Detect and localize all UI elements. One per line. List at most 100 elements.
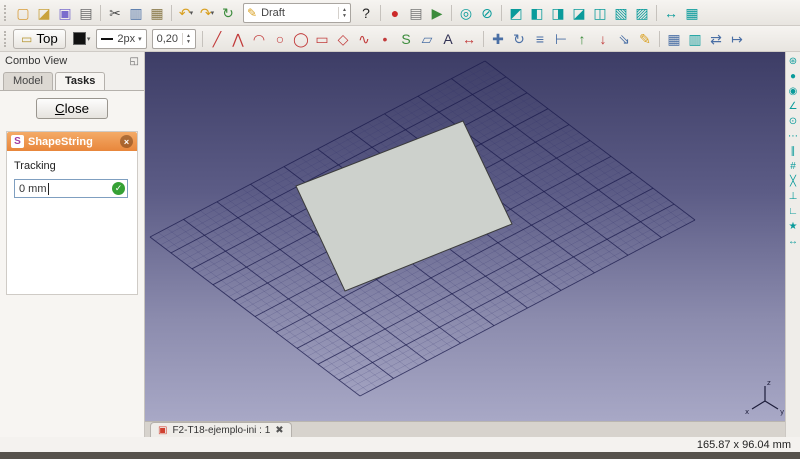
- view-top-button[interactable]: ◨: [548, 3, 568, 23]
- paste-icon: ▦: [150, 6, 163, 20]
- snap-center-button[interactable]: ⊙: [787, 115, 800, 128]
- snap-angle-button[interactable]: ∠: [787, 100, 800, 113]
- working-plane-icon: ▭: [21, 32, 32, 46]
- draft-circle-button[interactable]: ○: [270, 29, 290, 49]
- workbench-spinner-icons[interactable]: ▲ ▼: [338, 7, 347, 19]
- 3d-scene: z x y: [145, 52, 785, 421]
- view-left-button[interactable]: ▨: [632, 3, 652, 23]
- tab-tasks[interactable]: Tasks: [55, 72, 105, 90]
- draft-bspline-button[interactable]: ∿: [354, 29, 374, 49]
- draft-mirror-button[interactable]: ⇄: [706, 29, 726, 49]
- draft-downgrade-button[interactable]: ↓: [593, 29, 613, 49]
- view-isometric-button[interactable]: ◩: [506, 3, 526, 23]
- draft-polygon-button[interactable]: ◇: [333, 29, 353, 49]
- draft-offset-button[interactable]: ≡: [530, 29, 550, 49]
- macros-dialog-button[interactable]: ▤: [406, 3, 426, 23]
- snap-grid-icon: #: [790, 162, 796, 172]
- snap-endpoint-button[interactable]: ●: [787, 70, 800, 83]
- refresh-icon: ↻: [222, 6, 234, 20]
- tasks-panel: Close S ShapeString × Tracking 0 mm ✓: [0, 90, 144, 437]
- draft-polyline-button[interactable]: ⋀: [228, 29, 248, 49]
- draft-polygon-icon: ◇: [338, 32, 349, 46]
- new-document-icon: ▢: [16, 6, 29, 20]
- working-plane-button[interactable]: ▭ Top: [13, 29, 66, 49]
- scale-spinbox[interactable]: 0,20 ▲ ▼: [152, 29, 196, 49]
- line-color-picker[interactable]: ▾: [70, 29, 94, 49]
- undo-button[interactable]: ↶▾: [176, 3, 196, 23]
- tracking-input[interactable]: 0 mm ✓: [14, 179, 128, 198]
- snap-dimensions-button[interactable]: ↔: [787, 235, 800, 248]
- measure-distance-button[interactable]: ↔: [661, 3, 681, 23]
- macro-record-button[interactable]: ●: [385, 3, 405, 23]
- draft-upgrade-button[interactable]: ↑: [572, 29, 592, 49]
- snap-dimensions-icon: ↔: [788, 237, 798, 247]
- toolbar-separator: [501, 5, 502, 21]
- view-bottom-button[interactable]: ▧: [611, 3, 631, 23]
- draft-scale-button[interactable]: ⇘: [614, 29, 634, 49]
- view-front-button[interactable]: ◧: [527, 3, 547, 23]
- print-button[interactable]: ▤: [76, 3, 96, 23]
- snap-parallel-button[interactable]: ∥: [787, 145, 800, 158]
- redo-button[interactable]: ↷▾: [197, 3, 217, 23]
- draft-facebinder-button[interactable]: ▱: [417, 29, 437, 49]
- workbench-selector[interactable]: ✎ Draft ▲ ▼: [243, 3, 351, 23]
- snap-midpoint-button[interactable]: ◉: [787, 85, 800, 98]
- snap-midpoint-icon: ◉: [789, 87, 798, 97]
- draft-line-button[interactable]: ╱: [207, 29, 227, 49]
- fit-all-button[interactable]: ◎: [456, 3, 476, 23]
- paste-button[interactable]: ▦: [147, 3, 167, 23]
- draft-offset-icon: ≡: [536, 32, 544, 46]
- snap-ortho-button[interactable]: ∟: [787, 205, 800, 218]
- close-task-button[interactable]: Close: [36, 98, 108, 119]
- scale-spinner-icons[interactable]: ▲ ▼: [182, 33, 191, 45]
- line-width-select[interactable]: 2px ▾: [96, 29, 146, 49]
- open-document-button[interactable]: ◪: [34, 3, 54, 23]
- draft-bspline-icon: ∿: [358, 32, 370, 46]
- snap-perpendicular-button[interactable]: ⊥: [787, 190, 800, 203]
- copy-button[interactable]: ▥: [126, 3, 146, 23]
- draft-point-button[interactable]: •: [375, 29, 395, 49]
- snap-intersection-button[interactable]: ╳: [787, 175, 800, 188]
- draft-ellipse-button[interactable]: ◯: [291, 29, 311, 49]
- status-bar: 165.87 x 96.04 mm: [0, 437, 800, 452]
- draw-style-button[interactable]: ⊘: [477, 3, 497, 23]
- save-document-button[interactable]: ▣: [55, 3, 75, 23]
- document-tab-bar: ▣ F2-T18-ejemplo-ini : 1 ✖: [145, 421, 785, 437]
- snap-grid-button[interactable]: #: [787, 160, 800, 173]
- 3d-viewport[interactable]: z x y: [145, 52, 785, 421]
- draft-edit-button[interactable]: ✎: [635, 29, 655, 49]
- toolbar-drag-handle[interactable]: [4, 31, 8, 47]
- draft-shapestring-button[interactable]: S: [396, 29, 416, 49]
- draft-trimex-button[interactable]: ⊢: [551, 29, 571, 49]
- draft-dimension-button[interactable]: ↔: [459, 29, 479, 49]
- tab-model[interactable]: Model: [3, 72, 53, 90]
- draft-clone-button[interactable]: ▥: [685, 29, 705, 49]
- draft-move-button[interactable]: ✚: [488, 29, 508, 49]
- snap-extension-button[interactable]: ⋯: [787, 130, 800, 143]
- draft-rotate-button[interactable]: ↻: [509, 29, 529, 49]
- dimensions-readout: 165.87 x 96.04 mm: [697, 439, 791, 451]
- refresh-button[interactable]: ↻: [218, 3, 238, 23]
- texture-mapping-button[interactable]: ▦: [682, 3, 702, 23]
- draft-arc-button[interactable]: ◠: [249, 29, 269, 49]
- axis-z-label: z: [767, 379, 771, 387]
- cut-button[interactable]: ✂: [105, 3, 125, 23]
- task-close-icon[interactable]: ×: [120, 135, 133, 148]
- execute-macro-button[interactable]: ▶: [427, 3, 447, 23]
- whats-this-button[interactable]: ?: [356, 3, 376, 23]
- view-right-button[interactable]: ◪: [569, 3, 589, 23]
- axis-x-label: x: [745, 408, 749, 416]
- draft-text-button[interactable]: A: [438, 29, 458, 49]
- new-document-button[interactable]: ▢: [13, 3, 33, 23]
- toolbar-drag-handle[interactable]: [4, 5, 8, 21]
- draft-stretch-button[interactable]: ↦: [727, 29, 747, 49]
- tab-close-icon[interactable]: ✖: [275, 425, 283, 436]
- float-panel-icon[interactable]: ◱: [130, 56, 139, 67]
- draft-array-button[interactable]: ▦: [664, 29, 684, 49]
- view-rear-button[interactable]: ◫: [590, 3, 610, 23]
- document-tab[interactable]: ▣ F2-T18-ejemplo-ini : 1 ✖: [150, 422, 292, 437]
- draft-rectangle-button[interactable]: ▭: [312, 29, 332, 49]
- snap-special-button[interactable]: ★: [787, 220, 800, 233]
- toolbar-separator: [659, 31, 660, 47]
- snap-lock-button[interactable]: ⊛: [787, 55, 800, 68]
